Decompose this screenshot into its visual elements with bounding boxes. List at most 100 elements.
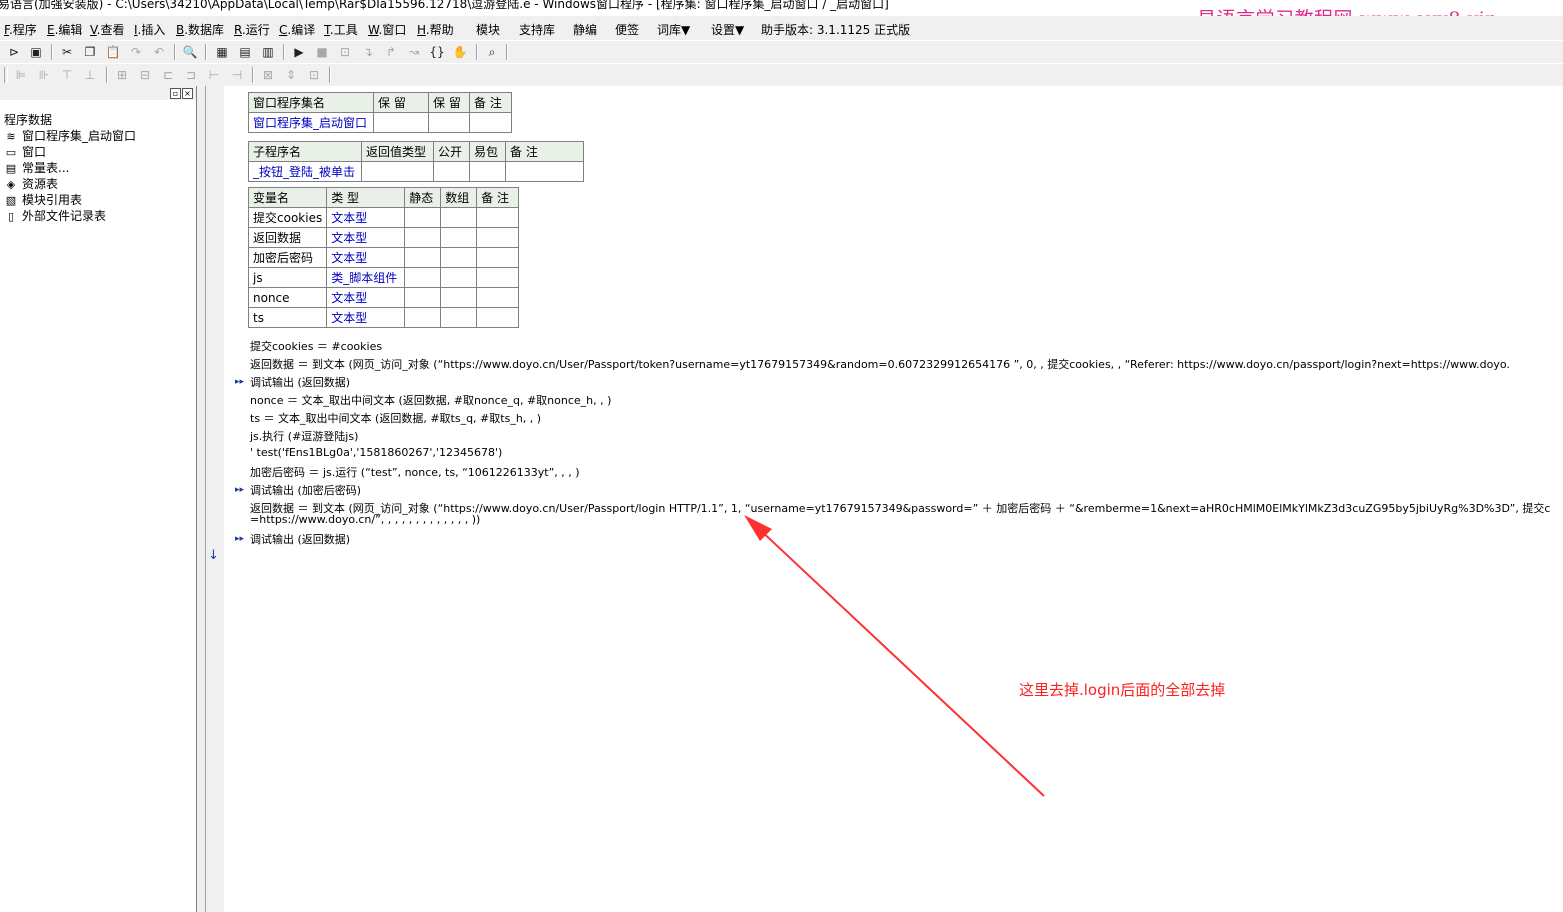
hand-icon[interactable]: ✋ [451,43,469,61]
table-cell[interactable]: 文本型 [326,247,406,268]
table-cell[interactable] [476,287,520,308]
tree-item-constants[interactable]: ▤ 常量表... [4,159,70,175]
tree-item-modules[interactable]: ▧ 模块引用表 [4,191,82,207]
same-height-icon[interactable]: ⊐ [182,66,200,84]
same-size-icon[interactable]: ⊠ [259,66,277,84]
menu-notes[interactable]: 便签 [615,21,639,38]
code-line[interactable]: 调试输出 (返回数据) [250,374,350,390]
tree-root[interactable]: 程序数据 [4,111,52,127]
align-top-icon[interactable]: ⊤ [58,66,76,84]
stop-icon[interactable]: ■ [313,43,331,61]
code-line[interactable]: 调试输出 (加密后密码) [250,482,361,498]
table-cell[interactable]: 类_脚本组件 [326,267,406,288]
table-cell[interactable]: 文本型 [326,227,406,248]
table-cell[interactable] [404,227,442,248]
code-comment[interactable]: ' test('fEns1BLg0a','1581860267','123456… [250,446,502,459]
cut-icon[interactable]: ✂ [58,43,76,61]
restore-icon[interactable]: ▫ [170,88,181,99]
table-cell[interactable] [476,307,520,328]
binoculars-icon[interactable]: ⌕ [483,43,501,61]
layout1-icon[interactable]: ▦ [213,43,231,61]
table-cell[interactable] [433,161,470,182]
copy-icon[interactable]: ❐ [81,43,99,61]
table-cell[interactable]: 文本型 [326,287,406,308]
table-cell[interactable]: 加密后密码 [247,247,328,268]
step-over-icon[interactable]: ↝ [405,43,423,61]
grid-icon[interactable]: ⊡ [305,66,323,84]
tree-item-resources[interactable]: ◈ 资源表 [4,175,58,191]
center-v-icon[interactable]: ⊟ [136,66,154,84]
save-icon[interactable]: ▣ [27,43,45,61]
table-cell[interactable] [404,307,442,328]
menu-support-lib[interactable]: 支持库 [519,21,555,38]
code-editor[interactable]: 窗口程序集名 保 留 保 留 备 注 窗口程序集_启动窗口 子程序名 返回值类型… [224,86,1563,912]
align-left-icon[interactable]: ⊫ [12,66,30,84]
table-cell[interactable] [440,287,478,308]
step-out-icon[interactable]: ↱ [382,43,400,61]
same-width-icon[interactable]: ⊏ [159,66,177,84]
menu-insert[interactable]: I.插入 [134,21,165,38]
code-line-continued[interactable]: =https://www.doyo.cn/”, , , , , , , , , … [250,513,480,526]
resize-v-icon[interactable]: ⇕ [282,66,300,84]
menu-settings[interactable]: 设置▼ [711,21,744,38]
step-into-icon[interactable]: ↴ [359,43,377,61]
find-icon[interactable]: 🔍 [181,43,199,61]
layout3-icon[interactable]: ▥ [259,43,277,61]
redo-icon[interactable]: ↷ [127,43,145,61]
code-line[interactable]: 提交cookies ＝ #cookies [250,338,382,354]
table-cell[interactable]: 文本型 [326,307,406,328]
code-line[interactable]: nonce ＝ 文本_取出中间文本 (返回数据, #取nonce_q, #取no… [250,392,611,408]
table-cell[interactable] [428,112,470,133]
table-cell[interactable] [404,247,442,268]
table-cell[interactable] [440,247,478,268]
menu-static-compile[interactable]: 静编 [573,21,597,38]
paste-icon[interactable]: 📋 [104,43,122,61]
panel-splitter[interactable] [197,86,206,912]
code-line[interactable]: ts ＝ 文本_取出中间文本 (返回数据, #取ts_q, #取ts_h, , … [250,410,541,426]
table-cell[interactable] [373,112,429,133]
table-cell[interactable]: 文本型 [326,207,406,228]
menu-help[interactable]: H.帮助 [417,21,454,38]
code-line[interactable]: 调试输出 (返回数据) [250,531,350,547]
code-line[interactable]: js.执行 (#逗游登陆js) [250,428,358,444]
table-cell[interactable] [476,267,520,288]
table-cell[interactable] [476,207,520,228]
menu-view[interactable]: V.查看 [90,21,125,38]
table-cell[interactable] [440,267,478,288]
tree-item-external-files[interactable]: ▯ 外部文件记录表 [4,207,106,223]
table-cell[interactable] [404,287,442,308]
close-icon[interactable]: × [182,88,193,99]
watch-icon[interactable]: {} [428,43,446,61]
open-icon[interactable]: ⊳ [5,43,23,61]
menu-database[interactable]: B.数据库 [176,21,224,38]
menu-thesaurus[interactable]: 词库▼ [657,21,690,38]
space-v-icon[interactable]: ⊣ [228,66,246,84]
table-cell[interactable] [361,161,434,182]
tree-item-assembly[interactable]: ≋ 窗口程序集_启动窗口 [4,127,137,143]
menu-module[interactable]: 模块 [476,21,500,38]
space-h-icon[interactable]: ⊢ [205,66,223,84]
table-cell[interactable] [476,227,520,248]
table-cell[interactable] [440,207,478,228]
layout2-icon[interactable]: ▤ [236,43,254,61]
menu-compile[interactable]: C.编译 [279,21,315,38]
table-cell[interactable] [505,161,584,182]
menu-window[interactable]: W.窗口 [368,21,406,38]
table-cell[interactable]: js [247,267,328,288]
menu-program[interactable]: F.程序 [4,21,37,38]
table-cell[interactable] [440,307,478,328]
toolbar-grip[interactable] [4,67,8,83]
table-cell[interactable]: _按钮_登陆_被单击 [248,161,362,182]
tree-item-window[interactable]: ▭ 窗口 [4,143,46,159]
table-cell[interactable] [469,112,512,133]
table-cell[interactable] [440,227,478,248]
align-bottom-icon[interactable]: ⊥ [81,66,99,84]
center-h-icon[interactable]: ⊞ [113,66,131,84]
step-icon[interactable]: ⊡ [336,43,354,61]
table-cell[interactable] [469,161,506,182]
menu-run[interactable]: R.运行 [234,21,270,38]
table-cell[interactable]: ts [247,307,328,328]
table-cell[interactable]: 返回数据 [247,227,328,248]
table-cell[interactable] [404,207,442,228]
undo-icon[interactable]: ↶ [150,43,168,61]
